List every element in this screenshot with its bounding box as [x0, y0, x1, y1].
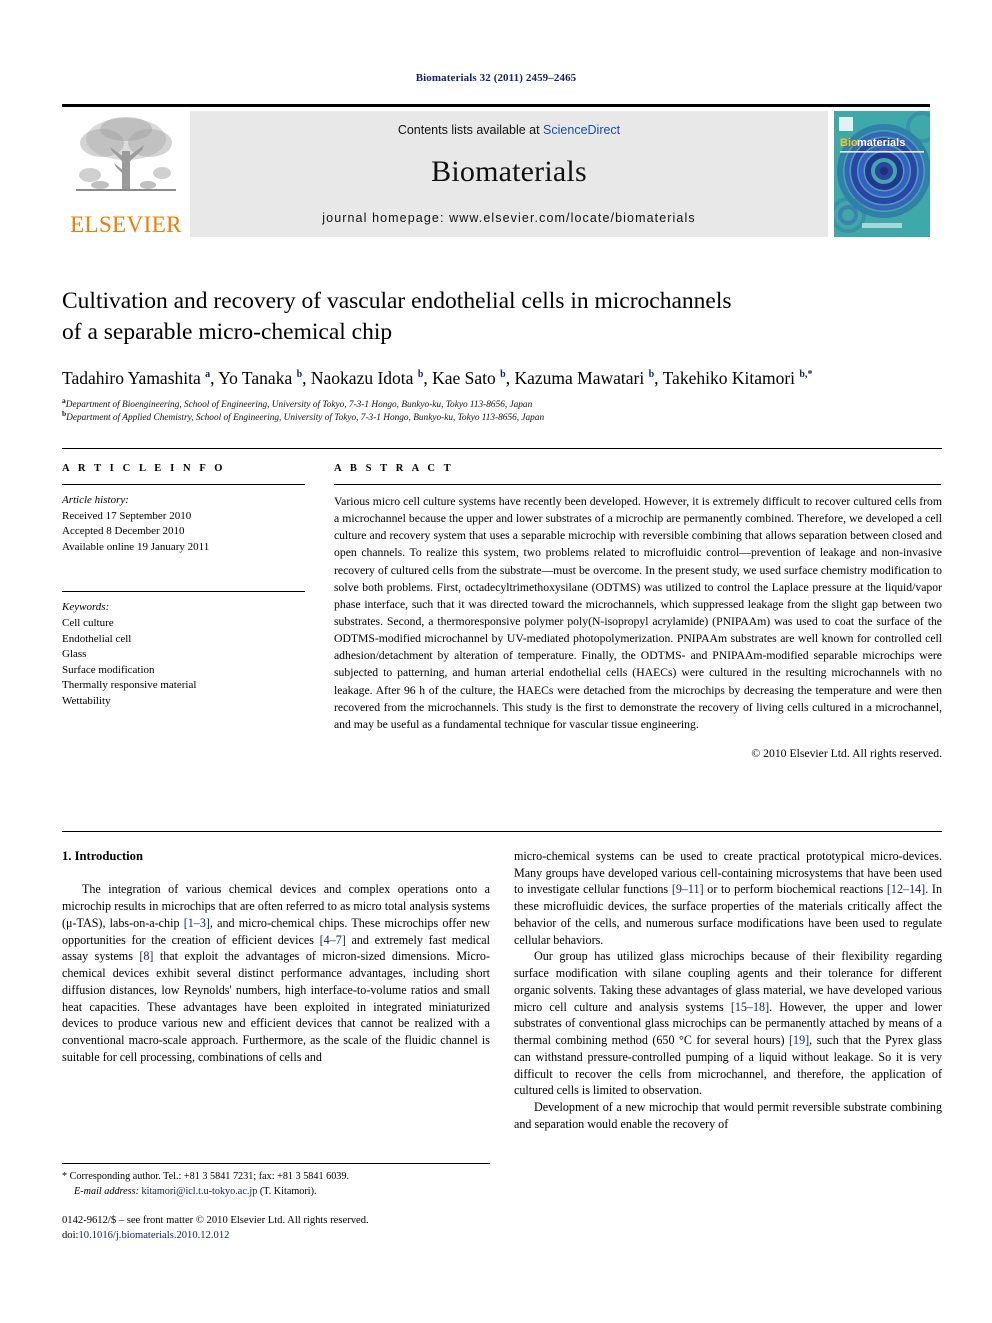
- affil-marker-b1: b: [296, 369, 303, 381]
- intro-p1-part-d: that exploit the advantages of micron-si…: [62, 949, 490, 1064]
- svg-text:Bio: Bio: [840, 137, 858, 149]
- keywords-rule: [62, 591, 305, 593]
- svg-text:materials: materials: [857, 137, 905, 149]
- citation-ref-8[interactable]: [8]: [139, 949, 153, 963]
- citation-ref-4-7[interactable]: [4–7]: [320, 933, 346, 947]
- journal-title: Biomaterials: [431, 155, 587, 188]
- author-list: Tadahiro Yamashita a, Yo Tanaka b, Naoka…: [62, 368, 813, 388]
- abstract-heading: A B S T R A C T: [334, 463, 454, 474]
- email-link[interactable]: kitamori@icl.t.u-tokyo.ac.jp: [142, 1186, 258, 1197]
- article-history-available: Available online 19 January 2011: [62, 540, 210, 553]
- affiliation-b: bDepartment of Applied Chemistry, School…: [62, 409, 942, 425]
- affil-marker-b3: b: [500, 369, 506, 381]
- cover-artwork: Bio materials: [834, 111, 930, 237]
- intro-paragraph-1-cont: micro-chemical systems can be used to cr…: [514, 848, 942, 948]
- keyword-item: Thermally responsive material: [62, 679, 197, 692]
- article-info-rule: [62, 484, 305, 485]
- keywords-label: Keywords:: [62, 601, 110, 614]
- article-info-column: A R T I C L E I N F O Article history: R…: [62, 449, 308, 831]
- intro-paragraph-3: Development of a new microchip that woul…: [514, 1100, 942, 1131]
- footnote-email-line: E-mail address: kitamori@icl.t.u-tokyo.a…: [62, 1185, 490, 1200]
- paper-page: Biomaterials 32 (2011) 2459–2465 ELSEVIE…: [0, 0, 992, 1323]
- intro-paragraph-2: Our group has utilized glass microchips …: [514, 948, 942, 1099]
- intro-paragraph-1: The integration of various chemical devi…: [62, 881, 490, 1065]
- keyword-item: Wettability: [62, 695, 111, 708]
- doi-line: doi:10.1016/j.biomaterials.2010.12.012: [62, 1228, 532, 1243]
- email-owner: (T. Kitamori).: [257, 1185, 317, 1197]
- sciencedirect-link[interactable]: ScienceDirect: [543, 123, 620, 137]
- abstract-copyright: © 2010 Elsevier Ltd. All rights reserved…: [751, 746, 942, 760]
- citation-ref-9-11[interactable]: [9–11]: [672, 882, 704, 896]
- citation-ref-1-3[interactable]: [1–3]: [184, 916, 210, 930]
- title-line-2: of a separable micro-chemical chip: [62, 318, 393, 345]
- doi-label: doi:: [62, 1230, 79, 1242]
- front-matter-legal: 0142-9612/$ – see front matter © 2010 El…: [62, 1213, 532, 1244]
- corresponding-author-footnote: * Corresponding author. Tel.: +81 3 5841…: [62, 1163, 490, 1199]
- contents-available-line: Contents lists available at ScienceDirec…: [190, 123, 828, 137]
- doi-link[interactable]: 10.1016/j.biomaterials.2010.12.012: [78, 1230, 229, 1241]
- affil-marker-b4: b: [648, 369, 655, 381]
- elsevier-tree-icon: [76, 117, 176, 191]
- journal-homepage-link[interactable]: journal homepage: www.elsevier.com/locat…: [190, 211, 828, 225]
- citation-ref-12-14[interactable]: [12–14]: [887, 882, 925, 896]
- keyword-item: Cell culture: [62, 617, 114, 630]
- running-head: Biomaterials 32 (2011) 2459–2465: [415, 72, 577, 84]
- section-heading-introduction: 1. Introduction: [62, 849, 143, 863]
- affil-marker-b2: b: [417, 369, 424, 381]
- article-info-heading: A R T I C L E I N F O: [62, 463, 226, 474]
- journal-cover-thumbnail: Bio materials: [834, 111, 930, 237]
- body-column-right: micro-chemical systems can be used to cr…: [514, 848, 942, 1132]
- article-history-label: Article history:: [62, 494, 129, 506]
- issn-front-matter-line: 0142-9612/$ – see front matter © 2010 El…: [62, 1215, 369, 1226]
- title-line-1: Cultivation and recovery of vascular end…: [62, 288, 732, 314]
- keyword-item: Endothelial cell: [62, 632, 132, 645]
- body-column-left: 1. Introduction The integration of vario…: [62, 848, 490, 1066]
- journal-masthead: ELSEVIER Contents lists available at Sci…: [62, 104, 930, 237]
- contents-prefix: Contents lists available at: [397, 123, 544, 137]
- keyword-item: Glass: [62, 648, 87, 661]
- elsevier-logo: ELSEVIER: [62, 111, 190, 237]
- article-history-received: Received 17 September 2010: [62, 509, 192, 522]
- affil-marker-b5: b,*: [799, 369, 813, 381]
- email-address-label: E-mail address:: [74, 1185, 139, 1197]
- article-history-accepted: Accepted 8 December 2010: [62, 525, 185, 538]
- keywords-block: Keywords: Cell culture Endothelial cell …: [62, 591, 308, 709]
- abstract-column: A B S T R A C T Various micro cell cultu…: [334, 449, 942, 831]
- affil-marker-a: a: [205, 369, 211, 381]
- footnote-contact-line: * Corresponding author. Tel.: +81 3 5841…: [62, 1171, 350, 1182]
- citation-ref-19[interactable]: [19]: [789, 1033, 809, 1047]
- abstract-text: Various micro cell culture systems have …: [334, 495, 942, 731]
- elsevier-wordmark: ELSEVIER: [70, 212, 182, 237]
- abstract-rule: [334, 484, 941, 485]
- masthead-center: Contents lists available at ScienceDirec…: [190, 111, 828, 237]
- info-abstract-band: A R T I C L E I N F O Article history: R…: [62, 448, 942, 832]
- article-title: Cultivation and recovery of vascular end…: [62, 286, 942, 348]
- affiliation-b-text: Department of Applied Chemistry, School …: [66, 413, 545, 424]
- intro-r1-part-b: or to perform biochemical reactions: [703, 882, 887, 897]
- citation-ref-15-18[interactable]: [15–18]: [731, 1000, 769, 1014]
- keyword-item: Surface modification: [62, 663, 155, 676]
